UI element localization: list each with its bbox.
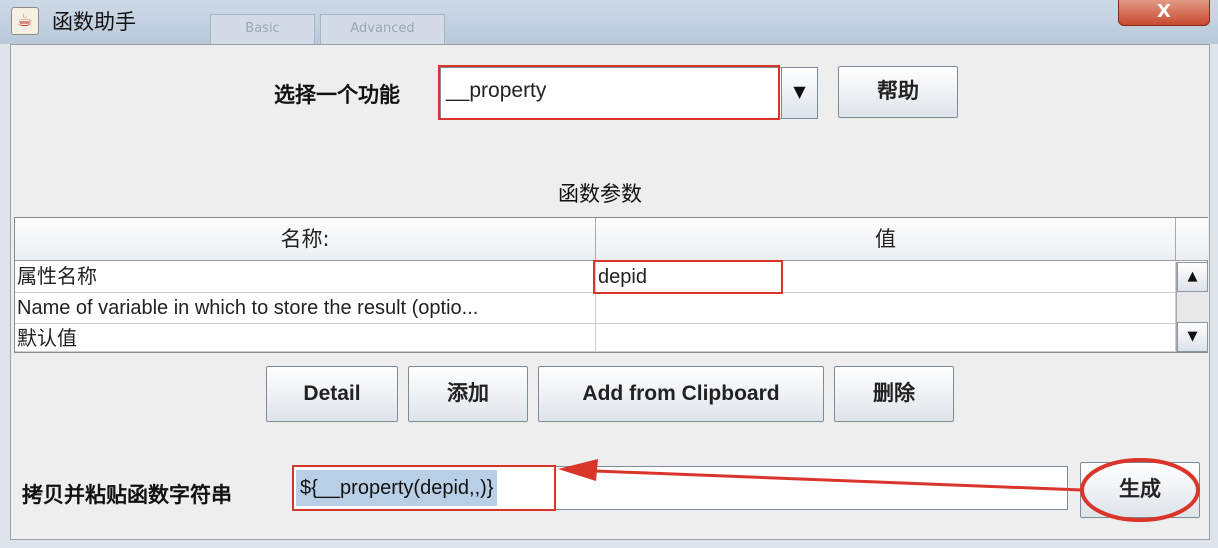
arrow-head-icon bbox=[558, 459, 598, 481]
annotation-arrow-line bbox=[569, 468, 1083, 492]
annotation-overlay bbox=[558, 458, 1200, 522]
generate-highlight-circle bbox=[1080, 458, 1200, 522]
